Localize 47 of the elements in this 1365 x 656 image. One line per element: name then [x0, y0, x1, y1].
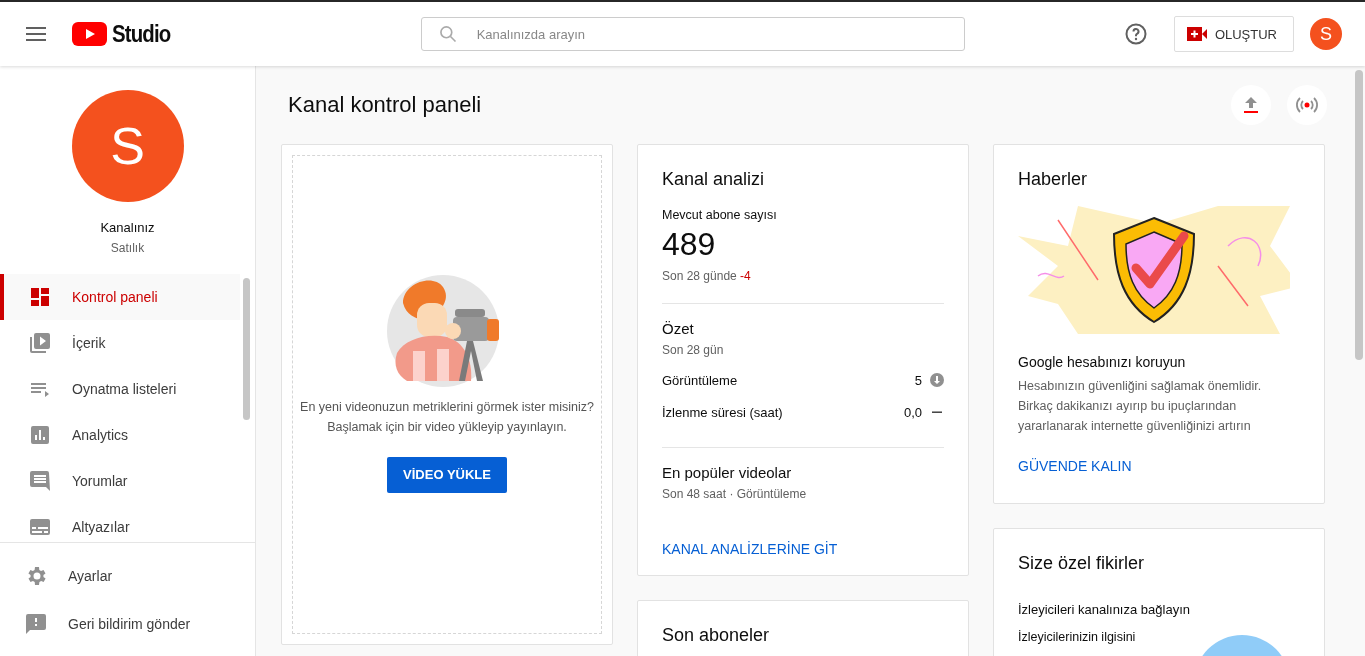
news-body: Hesabınızın güvenliğini sağlamak önemlidir. Birkaç dakikanızı ayırıp bu ipuçlarından yararlanarak internette güvenliğinizi artırın	[1018, 378, 1263, 435]
create-button[interactable]: OLUŞTUR	[1173, 16, 1294, 52]
section-title: En popüler videolar	[662, 464, 793, 481]
scrollbar-thumb[interactable]	[243, 278, 250, 420]
upload-prompt: En yeni videonuzun metriklerini görmek ister misiniz? Başlamak için bir video yükleyip yayınlayın.	[299, 398, 595, 436]
card-title: Kanal analizi	[662, 169, 766, 190]
period-label: Son 28 gün	[662, 343, 725, 357]
play-logo-icon[interactable]	[72, 22, 107, 46]
menu-icon[interactable]	[26, 27, 46, 41]
idea-title: İzleyicileri kanalınıza bağlayın	[1018, 602, 1191, 617]
sidebar-item[interactable]: Ayarlar	[0, 552, 255, 600]
help-icon[interactable]	[1123, 22, 1148, 46]
sidebar-item[interactable]: Kontrol paneli	[0, 274, 240, 320]
scrollbar-thumb[interactable]	[1355, 70, 1363, 360]
video-camera-icon	[1186, 27, 1207, 41]
upload-button[interactable]	[1231, 85, 1271, 125]
search-field[interactable]: Kanalınızda arayın	[420, 17, 965, 51]
section-title: Özet	[662, 320, 695, 337]
idea-body: İzleyicilerinizin ilgisini	[1018, 629, 1136, 646]
sidebar-item[interactable]: İçerik	[0, 320, 240, 366]
period-label: Son 48 saat · Görüntüleme	[662, 487, 808, 501]
sidebar-item[interactable]: Analytics	[0, 412, 240, 458]
metric-label: İzlenme süresi (saat)	[662, 404, 783, 420]
card-title: Son aboneler	[662, 625, 771, 646]
period-label: Son 28 günde	[662, 269, 737, 283]
subscriber-label: Mevcut abone sayısı	[662, 208, 778, 222]
sidebar-item[interactable]: Oynatma listeleri	[0, 366, 240, 412]
live-button[interactable]	[1287, 85, 1327, 125]
stay-safe-link[interactable]: GÜVENDE KALIN	[1018, 458, 1132, 474]
sidebar-item[interactable]: Yorumlar	[0, 458, 240, 504]
logo-text[interactable]: Studio	[112, 20, 171, 48]
card-title: Size özel fikirler	[1018, 553, 1146, 574]
subscriber-count: 489	[662, 226, 717, 263]
metric-label: Görüntüleme	[662, 372, 738, 388]
page-title: Kanal kontrol paneli	[288, 92, 482, 118]
sidebar-item[interactable]: Geri bildirim gönder	[0, 600, 255, 648]
sidebar-item[interactable]: Altyazılar	[0, 504, 240, 542]
news-headline: Google hesabınızı koruyun	[1018, 354, 1187, 370]
metric-value: 5	[914, 372, 922, 388]
channel-name: Kanalınız	[100, 220, 155, 235]
upload-video-button[interactable]: VİDEO YÜKLE	[387, 456, 507, 493]
card-title: Haberler	[1018, 169, 1089, 190]
analytics-link[interactable]: KANAL ANALİZLERİNE GİT	[662, 541, 838, 557]
channel-subtitle: Satılık	[110, 241, 145, 255]
metric-value: 0,0	[903, 404, 922, 420]
subscriber-change: -4	[740, 269, 751, 283]
search-icon	[437, 24, 458, 44]
